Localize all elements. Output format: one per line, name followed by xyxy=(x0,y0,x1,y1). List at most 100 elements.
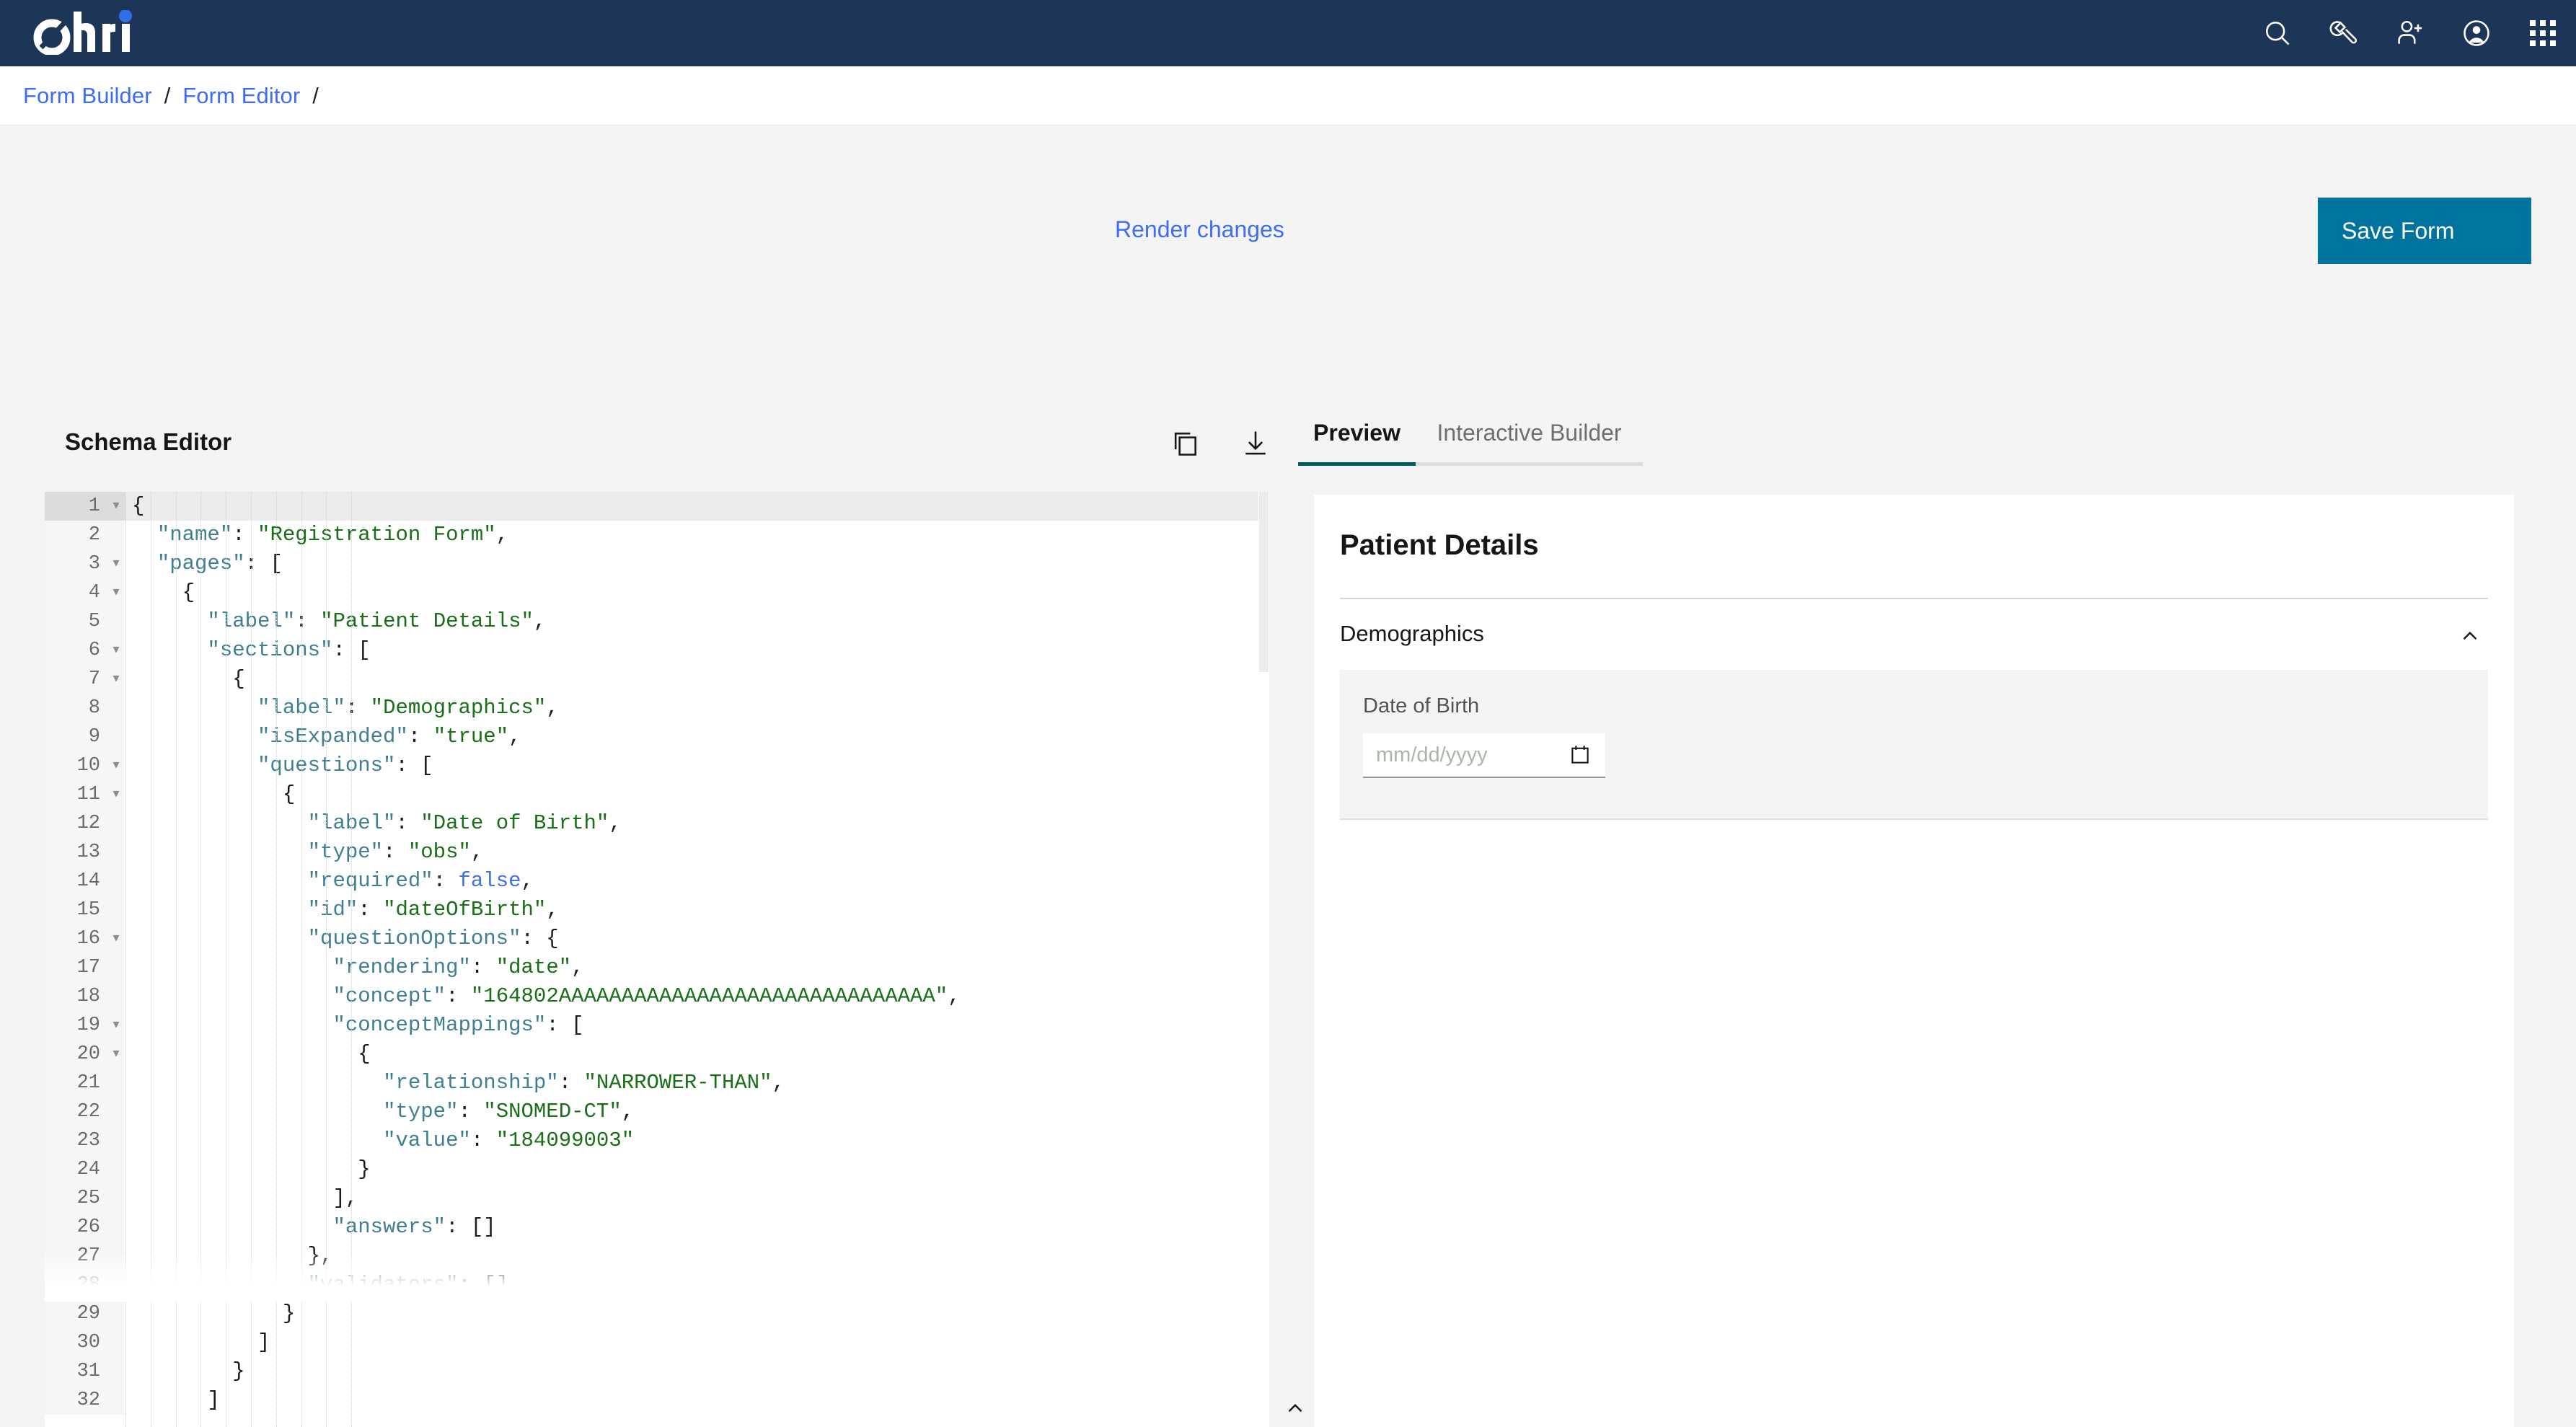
code-line[interactable]: 17 "rendering": "date", xyxy=(45,953,1269,982)
code-line[interactable]: 22 "type": "SNOMED-CT", xyxy=(45,1097,1269,1126)
line-number: 7 xyxy=(45,665,107,694)
code-line[interactable]: 26 "answers": [] xyxy=(45,1213,1269,1242)
fold-toggle-icon xyxy=(107,953,125,982)
code-line[interactable]: 3 ▾ "pages": [ xyxy=(45,549,1269,578)
fold-toggle-icon[interactable]: ▾ xyxy=(107,578,125,607)
code-line[interactable]: 14 "required": false, xyxy=(45,867,1269,896)
date-of-birth-field[interactable]: mm/dd/yyyy xyxy=(1363,733,1605,778)
code-token-punc: : [] xyxy=(458,1273,509,1296)
code-token-str: "184099003" xyxy=(495,1128,635,1152)
fold-toggle-icon[interactable]: ▾ xyxy=(107,1040,125,1069)
code-token-punc: : xyxy=(558,1071,584,1095)
code-line[interactable]: 24 } xyxy=(45,1155,1269,1184)
code-line[interactable]: 15 "id": "dateOfBirth", xyxy=(45,896,1269,924)
code-token-key: "required" xyxy=(307,869,433,893)
code-line-text: "id": "dateOfBirth", xyxy=(125,896,559,924)
schema-code-editor[interactable]: 1 ▾{2 "name": "Registration Form", 3 ▾ "pag… xyxy=(45,492,1269,1427)
render-changes-link[interactable]: Render changes xyxy=(1115,216,1284,243)
copy-icon[interactable] xyxy=(1167,425,1203,461)
code-line[interactable]: 12 "label": "Date of Birth", xyxy=(45,809,1269,838)
user-avatar-icon[interactable] xyxy=(2443,0,2510,66)
code-line-text: ], xyxy=(125,1184,358,1213)
code-token-punc: , xyxy=(521,869,534,893)
date-input-placeholder[interactable]: mm/dd/yyyy xyxy=(1376,743,1568,767)
code-token-key: "sections" xyxy=(207,638,333,662)
code-line[interactable]: 28 "validators": [] xyxy=(45,1271,1269,1299)
breadcrumb-item-form-builder[interactable]: Form Builder xyxy=(23,83,152,109)
code-token-key: "concept" xyxy=(332,984,446,1008)
code-token-key: "label" xyxy=(207,609,296,633)
code-line[interactable]: 20 ▾ { xyxy=(45,1040,1269,1069)
fold-toggle-icon[interactable]: ▾ xyxy=(107,549,125,578)
code-token-punc: { xyxy=(282,782,296,806)
code-line[interactable]: 2 "name": "Registration Form", xyxy=(45,521,1269,549)
fold-toggle-icon[interactable]: ▾ xyxy=(107,780,125,809)
code-line[interactable]: 30 ] xyxy=(45,1328,1269,1357)
app-switcher-icon[interactable] xyxy=(2510,0,2576,66)
code-line[interactable]: 19 ▾ "conceptMappings": [ xyxy=(45,1011,1269,1040)
line-number: 27 xyxy=(45,1242,107,1271)
top-navigation-bar xyxy=(0,0,2576,66)
code-token-punc: { xyxy=(232,667,245,691)
code-token-str: "true" xyxy=(433,725,509,748)
line-number: 11 xyxy=(45,780,107,809)
search-icon[interactable] xyxy=(2244,0,2311,66)
fold-toggle-icon xyxy=(107,1242,125,1271)
code-line[interactable]: 31 } xyxy=(45,1357,1269,1386)
save-form-button[interactable]: Save Form xyxy=(2318,198,2531,264)
tab-interactive-builder[interactable]: Interactive Builder xyxy=(1416,420,1643,466)
fold-toggle-icon xyxy=(107,982,125,1011)
editor-scrollbar-thumb[interactable] xyxy=(1259,492,1269,672)
code-line[interactable]: 6 ▾ "sections": [ xyxy=(45,636,1269,665)
topbar-icon-group xyxy=(2244,0,2576,66)
tab-preview[interactable]: Preview xyxy=(1298,420,1416,466)
fold-toggle-icon xyxy=(107,521,125,549)
code-line[interactable]: 21 "relationship": "NARROWER-THAN", xyxy=(45,1069,1269,1097)
code-line[interactable]: 18 "concept": "164802AAAAAAAAAAAAAAAAAAA… xyxy=(45,982,1269,1011)
chevron-up-icon[interactable] xyxy=(1283,1396,1307,1424)
ohri-logo[interactable] xyxy=(32,0,176,66)
code-line[interactable]: 7 ▾ { xyxy=(45,665,1269,694)
wrench-icon[interactable] xyxy=(2311,0,2377,66)
fold-toggle-icon xyxy=(107,1155,125,1184)
code-line[interactable]: 9 "isExpanded": "true", xyxy=(45,723,1269,751)
fold-toggle-icon[interactable]: ▾ xyxy=(107,665,125,694)
code-line[interactable]: 5 "label": "Patient Details", xyxy=(45,607,1269,636)
code-line[interactable]: 23 "value": "184099003" xyxy=(45,1126,1269,1155)
fold-toggle-icon[interactable]: ▾ xyxy=(107,751,125,780)
download-icon[interactable] xyxy=(1238,425,1274,461)
fold-toggle-icon[interactable]: ▾ xyxy=(107,636,125,665)
fold-toggle-icon[interactable]: ▾ xyxy=(107,492,125,521)
code-line[interactable]: 29 } xyxy=(45,1299,1269,1328)
code-line-text: ] xyxy=(125,1328,270,1357)
code-line[interactable]: 4 ▾ { xyxy=(45,578,1269,607)
fold-toggle-icon[interactable]: ▾ xyxy=(107,924,125,953)
code-line[interactable]: 13 "type": "obs", xyxy=(45,838,1269,867)
code-line[interactable]: 32 ] xyxy=(45,1386,1269,1415)
code-line[interactable]: 27 }, xyxy=(45,1242,1269,1271)
code-line[interactable]: 10 ▾ "questions": [ xyxy=(45,751,1269,780)
code-line[interactable]: 11 ▾ { xyxy=(45,780,1269,809)
line-number: 15 xyxy=(45,896,107,924)
fold-toggle-icon[interactable]: ▾ xyxy=(107,1011,125,1040)
section-header-demographics[interactable]: Demographics xyxy=(1314,599,2514,668)
code-token-punc: : [] xyxy=(446,1215,496,1239)
code-line-text: "validators": [] xyxy=(125,1271,508,1299)
code-line[interactable]: 16 ▾ "questionOptions": { xyxy=(45,924,1269,953)
code-line[interactable]: 25 ], xyxy=(45,1184,1269,1213)
add-user-icon[interactable] xyxy=(2377,0,2443,66)
code-token-key: "type" xyxy=(307,840,384,864)
chevron-up-icon[interactable] xyxy=(2458,624,2482,652)
code-token-key: "questions" xyxy=(257,754,396,777)
breadcrumb: Form Builder / Form Editor / xyxy=(0,66,2576,125)
line-number: 13 xyxy=(45,838,107,867)
calendar-icon[interactable] xyxy=(1568,743,1592,767)
code-token-key: "conceptMappings" xyxy=(332,1013,547,1037)
line-number: 8 xyxy=(45,694,107,723)
code-line[interactable]: 1 ▾ { xyxy=(45,492,1269,521)
breadcrumb-item-form-editor[interactable]: Form Editor xyxy=(182,83,300,109)
code-line[interactable]: 8 "label": "Demographics", xyxy=(45,694,1269,723)
code-token-punc: : xyxy=(446,984,471,1008)
code-token-key: "relationship" xyxy=(383,1071,559,1095)
schema-editor-title: Schema Editor xyxy=(65,428,232,455)
